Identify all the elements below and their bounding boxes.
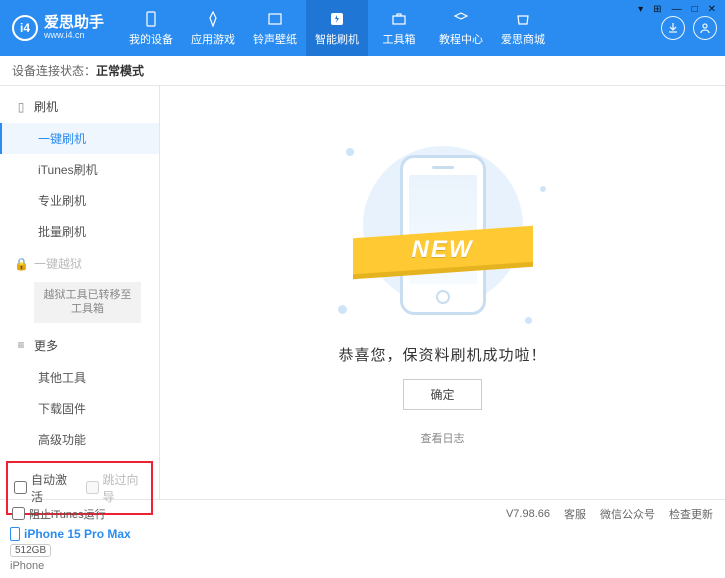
flash-icon — [328, 10, 346, 28]
sidebar-menu: ▯刷机 一键刷机 iTunes刷机 专业刷机 批量刷机 🔒一键越狱 越狱工具已转… — [0, 86, 159, 455]
sidebar-item-jailbreak-moved: 越狱工具已转移至工具箱 — [34, 282, 141, 323]
success-illustration: NEW — [318, 140, 568, 330]
nav-tutorials[interactable]: 教程中心 — [430, 0, 492, 56]
top-nav: 我的设备 应用游戏 铃声壁纸 智能刷机 工具箱 教程中心 爱思商城 — [120, 0, 655, 56]
sidebar-item-other-tools[interactable]: 其他工具 — [0, 362, 159, 393]
checkbox-auto-activate[interactable]: 自动激活 — [14, 471, 74, 505]
footer-link-wechat[interactable]: 微信公众号 — [600, 506, 655, 522]
sidebar-item-advanced[interactable]: 高级功能 — [0, 424, 159, 455]
nav-toolbox[interactable]: 工具箱 — [368, 0, 430, 56]
checkbox-skip-guide[interactable]: 跳过向导 — [86, 471, 146, 505]
app-header: ▾ ⊞ — □ ✕ i4 爱思助手 www.i4.cn 我的设备 应用游戏 铃声… — [0, 0, 725, 56]
sidebar-group-jailbreak: 🔒一键越狱 — [0, 247, 159, 280]
sidebar-group-flash[interactable]: ▯刷机 — [0, 90, 159, 123]
device-status-bar: 设备连接状态： 正常模式 — [0, 56, 725, 86]
apps-icon — [204, 10, 222, 28]
status-value: 正常模式 — [96, 62, 144, 79]
success-message: 恭喜您，保资料刷机成功啦！ — [338, 344, 546, 365]
sidebar-group-more[interactable]: ≡更多 — [0, 329, 159, 362]
sidebar: ▯刷机 一键刷机 iTunes刷机 专业刷机 批量刷机 🔒一键越狱 越狱工具已转… — [0, 86, 160, 499]
download-button[interactable] — [661, 16, 685, 40]
logo-icon: i4 — [12, 15, 38, 41]
phone-icon: ▯ — [14, 100, 28, 114]
grid-icon[interactable]: ⊞ — [650, 4, 664, 15]
sidebar-item-batch-flash[interactable]: 批量刷机 — [0, 216, 159, 247]
device-name[interactable]: iPhone 15 Pro Max — [10, 527, 149, 541]
sidebar-item-download-firmware[interactable]: 下载固件 — [0, 393, 159, 424]
device-icon — [142, 10, 160, 28]
view-log-link[interactable]: 查看日志 — [421, 430, 465, 446]
ok-button[interactable]: 确定 — [403, 379, 481, 410]
toolbox-icon — [390, 10, 408, 28]
sidebar-item-itunes-flash[interactable]: iTunes刷机 — [0, 154, 159, 185]
logo-title: 爱思助手 — [44, 15, 104, 32]
nav-store[interactable]: 爱思商城 — [492, 0, 554, 56]
checkbox-block-itunes[interactable]: 阻止iTunes运行 — [12, 506, 106, 522]
footer-link-support[interactable]: 客服 — [564, 506, 586, 522]
logo-subtitle: www.i4.cn — [44, 31, 104, 41]
tutorial-icon — [452, 10, 470, 28]
maximize-icon[interactable]: □ — [689, 4, 701, 15]
menu-icon[interactable]: ▾ — [635, 4, 646, 15]
main-content: NEW 恭喜您，保资料刷机成功啦！ 确定 查看日志 — [160, 86, 725, 499]
footer-link-update[interactable]: 检查更新 — [669, 506, 713, 522]
device-storage: 512GB — [10, 544, 51, 557]
nav-ringtones[interactable]: 铃声壁纸 — [244, 0, 306, 56]
version-label: V7.98.66 — [506, 508, 550, 520]
app-logo: i4 爱思助手 www.i4.cn — [12, 15, 104, 41]
sidebar-item-oneclick-flash[interactable]: 一键刷机 — [0, 123, 159, 154]
nav-flash[interactable]: 智能刷机 — [306, 0, 368, 56]
nav-apps-games[interactable]: 应用游戏 — [182, 0, 244, 56]
device-small-icon — [10, 527, 20, 541]
sidebar-item-pro-flash[interactable]: 专业刷机 — [0, 185, 159, 216]
header-right — [661, 16, 717, 40]
store-icon — [514, 10, 532, 28]
lock-icon: 🔒 — [14, 257, 28, 271]
close-icon[interactable]: ✕ — [705, 4, 719, 15]
device-type: iPhone — [10, 560, 149, 572]
minimize-icon[interactable]: — — [669, 4, 685, 15]
status-label: 设备连接状态： — [12, 62, 96, 79]
new-ribbon: NEW — [353, 228, 533, 272]
user-button[interactable] — [693, 16, 717, 40]
device-info: iPhone 15 Pro Max 512GB iPhone — [0, 521, 159, 578]
image-icon — [266, 10, 284, 28]
nav-my-device[interactable]: 我的设备 — [120, 0, 182, 56]
more-icon: ≡ — [14, 338, 28, 352]
window-controls: ▾ ⊞ — □ ✕ — [635, 4, 719, 15]
